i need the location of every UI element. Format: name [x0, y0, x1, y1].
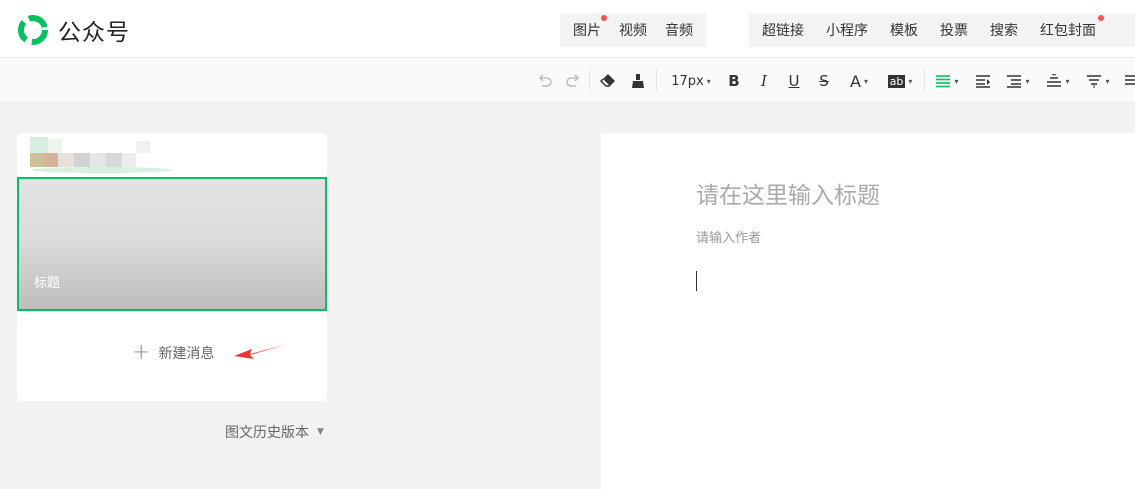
new-badge-dot [1098, 15, 1104, 21]
font-size-select[interactable]: 17px ▾ [668, 71, 714, 91]
undo-icon[interactable] [535, 71, 555, 91]
paragraph-spacing-button[interactable]: ▾ [1043, 71, 1073, 91]
insert-video-button[interactable]: 视频 [610, 20, 656, 40]
paragraph-spacing-icon [1047, 74, 1062, 87]
insert-redpacket-cover-label: 红包封面 [1040, 23, 1096, 39]
toolbar-divider [924, 70, 925, 90]
new-message-button[interactable]: + 新建消息 [132, 340, 215, 365]
insert-audio-label: 音频 [665, 23, 693, 39]
align-justify-button[interactable]: ▾ [932, 71, 962, 91]
line-spacing-icon [1007, 75, 1022, 88]
bold-button[interactable]: B [724, 71, 744, 91]
insert-redpacket-cover-button[interactable]: 红包封面 [1029, 15, 1107, 40]
article-author-input[interactable] [696, 231, 996, 246]
font-size-value: 17px [671, 73, 704, 89]
highlight-label: ab [887, 74, 906, 88]
chevron-down-icon: ▾ [706, 76, 711, 86]
new-message-label: 新建消息 [158, 346, 215, 362]
format-painter-icon[interactable] [628, 71, 648, 91]
red-arrow-annotation-icon [234, 344, 288, 359]
insert-vote-button[interactable]: 投票 [929, 20, 979, 40]
font-color-button[interactable]: A ▾ [844, 71, 874, 91]
indent-icon [976, 75, 990, 88]
line-spacing-button[interactable]: ▾ [1003, 71, 1033, 91]
format-toolbar: 17px ▾ B I U S A ▾ ab ▾ ▾ ▾ ▾ ▾ [0, 58, 1135, 103]
chevron-down-icon: ▾ [954, 76, 959, 86]
insert-link-button[interactable]: 超链接 [751, 20, 815, 40]
insert-image-label: 图片 [573, 23, 601, 39]
insert-link-label: 超链接 [762, 23, 804, 39]
insert-image-button[interactable]: 图片 [564, 15, 610, 40]
eraser-icon[interactable] [598, 71, 618, 91]
chevron-down-icon: ▾ [1065, 76, 1070, 86]
tool-insert-group: 超链接 小程序 模板 投票 搜索 红包封面 [749, 13, 1135, 47]
insert-search-label: 搜索 [990, 23, 1018, 39]
chevron-down-icon: ▾ [908, 76, 913, 86]
underline-button[interactable]: U [784, 71, 804, 91]
align-justify-icon [936, 75, 951, 88]
article-editor [601, 133, 1135, 489]
top-header: 公众号 图片 视频 音频 超链接 小程序 模板 投票 搜索 红包封面 [0, 0, 1135, 58]
article-title-input[interactable] [696, 183, 1116, 209]
toolbar-divider [656, 70, 657, 90]
more-format-icon [1125, 75, 1135, 85]
insert-audio-button[interactable]: 音频 [656, 20, 702, 40]
list-spacing-icon [1087, 75, 1102, 88]
insert-template-button[interactable]: 模板 [879, 20, 929, 40]
chevron-down-icon: ▼ [317, 427, 324, 437]
logo: 公众号 [16, 13, 130, 47]
list-spacing-button[interactable]: ▾ [1083, 71, 1113, 91]
chevron-down-icon: ▾ [863, 76, 868, 86]
wechat-official-logo-icon [18, 15, 48, 45]
chevron-down-icon: ▾ [1105, 76, 1110, 86]
insert-vote-label: 投票 [940, 23, 968, 39]
article-cover-item[interactable]: 标题 [17, 177, 327, 311]
app-name: 公众号 [58, 20, 130, 46]
redo-icon[interactable] [563, 71, 583, 91]
insert-miniprogram-label: 小程序 [826, 23, 868, 39]
account-avatar-mosaic [30, 137, 172, 173]
media-insert-group: 图片 视频 音频 [560, 13, 706, 47]
insert-template-label: 模板 [890, 23, 918, 39]
indent-button[interactable] [973, 71, 993, 91]
more-format-button[interactable] [1123, 71, 1135, 91]
history-version-label: 图文历史版本 [225, 425, 309, 441]
font-color-label: A [850, 71, 861, 91]
chevron-down-icon: ▾ [1025, 76, 1030, 86]
body-text-cursor[interactable] [696, 271, 697, 291]
insert-search-button[interactable]: 搜索 [979, 20, 1029, 40]
insert-video-label: 视频 [619, 23, 647, 39]
insert-miniprogram-button[interactable]: 小程序 [815, 20, 879, 40]
toolbar-divider [589, 70, 590, 90]
strikethrough-button[interactable]: S [814, 71, 834, 91]
highlight-color-button[interactable]: ab ▾ [884, 71, 916, 91]
new-badge-dot [601, 15, 607, 21]
italic-button[interactable]: I [754, 71, 774, 91]
plus-icon: + [132, 340, 151, 365]
history-version-button[interactable]: 图文历史版本 ▼ [225, 422, 324, 442]
article-cover-title: 标题 [34, 276, 61, 291]
